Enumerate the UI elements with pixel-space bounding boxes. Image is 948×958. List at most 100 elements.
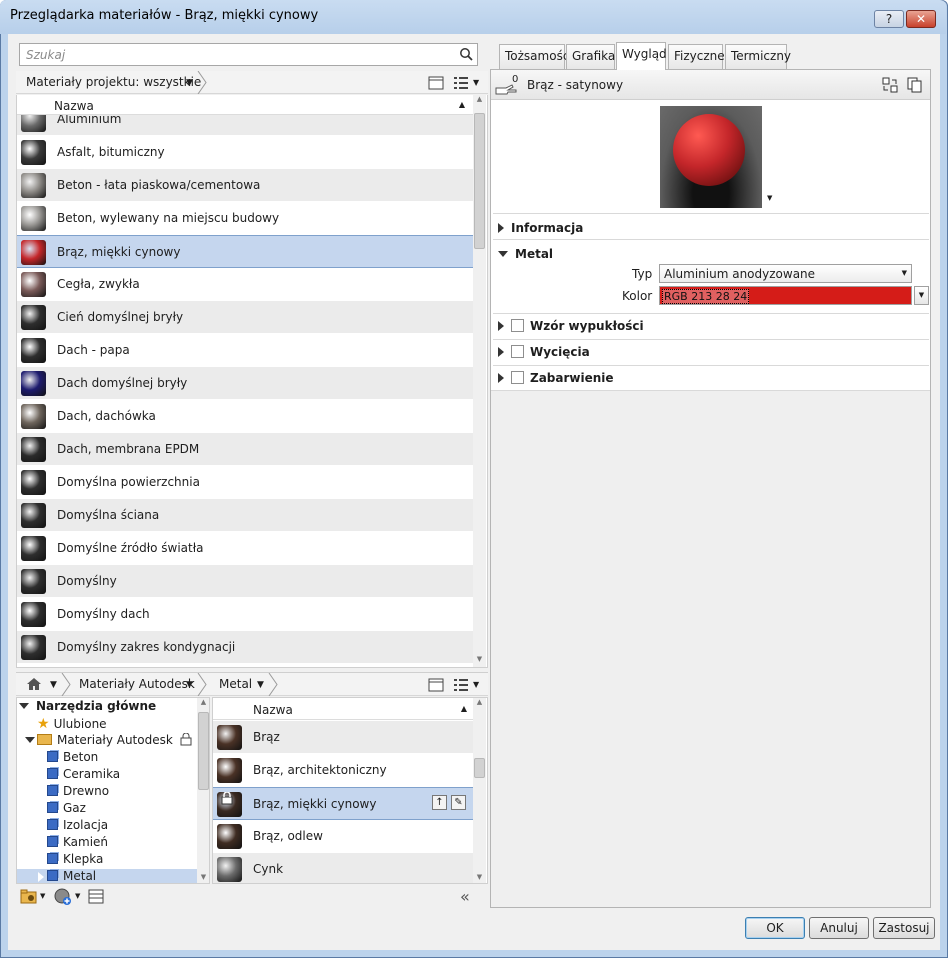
- library-material-row[interactable]: Brąz, odlew: [213, 820, 473, 853]
- scroll-up-icon[interactable]: ▲: [473, 95, 486, 103]
- tree-item-category[interactable]: Beton: [47, 750, 98, 764]
- breadcrumb-arrow-icon: [61, 673, 71, 696]
- section-relief-pattern[interactable]: Wzór wypukłości: [498, 319, 644, 333]
- scrollbar-thumb[interactable]: [474, 758, 485, 778]
- material-row[interactable]: Dach - papa: [17, 334, 473, 367]
- duplicate-asset-icon[interactable]: [907, 77, 923, 93]
- section-information[interactable]: Informacja: [498, 221, 583, 235]
- material-row[interactable]: Asfalt, bitumiczny: [17, 136, 473, 169]
- scrollbar-thumb[interactable]: [474, 113, 485, 249]
- section-tint[interactable]: Zabarwienie: [498, 371, 614, 385]
- relief-pattern-checkbox[interactable]: [511, 319, 524, 332]
- scroll-down-icon[interactable]: ▼: [473, 873, 486, 881]
- tab-0[interactable]: Tożsamość: [499, 44, 569, 69]
- material-row[interactable]: Domyślny dach: [17, 598, 473, 631]
- list-header[interactable]: Nazwa ▲: [17, 95, 473, 115]
- library-material-row[interactable]: Brąz: [213, 721, 473, 754]
- divider: [493, 365, 929, 366]
- cutouts-checkbox[interactable]: [511, 345, 524, 358]
- scroll-down-icon[interactable]: ▼: [197, 873, 209, 881]
- home-icon[interactable]: [26, 677, 42, 691]
- material-row[interactable]: Cień domyślnej bryły: [17, 301, 473, 334]
- material-row[interactable]: Brąz, miękki cynowy: [17, 235, 473, 268]
- tab-1[interactable]: Grafika: [566, 44, 615, 69]
- tint-checkbox[interactable]: [511, 371, 524, 384]
- material-row[interactable]: Domyślna ściana: [17, 499, 473, 532]
- collapse-panel-icon[interactable]: «: [460, 887, 470, 906]
- view-menu-chevron-icon[interactable]: ▼: [473, 680, 479, 689]
- library-material-row[interactable]: Brąz, architektoniczny: [213, 754, 473, 787]
- expand-icon[interactable]: [38, 872, 44, 882]
- tree-item-category[interactable]: Ceramika: [47, 767, 120, 781]
- list-header[interactable]: Nazwa ▲: [213, 698, 473, 720]
- search-icon[interactable]: [459, 47, 473, 61]
- vertical-scrollbar[interactable]: ▲ ▼: [473, 95, 486, 667]
- library-chevron-icon[interactable]: ▼: [186, 680, 193, 690]
- project-filter-label[interactable]: Materiały projektu: wszystkie: [26, 75, 201, 89]
- preview-options-chevron-icon[interactable]: ▼: [767, 194, 772, 202]
- material-row[interactable]: Domyślna powierzchnia: [17, 466, 473, 499]
- material-row[interactable]: Domyślny: [17, 565, 473, 598]
- tree-item-category[interactable]: Gaz: [47, 801, 86, 815]
- close-button[interactable]: ✕: [906, 10, 936, 28]
- material-row[interactable]: Dach, dachówka: [17, 400, 473, 433]
- color-swatch[interactable]: RGB 213 28 24: [659, 286, 912, 305]
- scrollbar-thumb[interactable]: [198, 712, 209, 790]
- tree-scrollbar[interactable]: ▲ ▼: [197, 698, 209, 883]
- chevron-down-icon[interactable]: ▼: [186, 78, 193, 88]
- tab-4[interactable]: Termiczny: [725, 44, 791, 69]
- column-name-header[interactable]: Nazwa: [54, 99, 94, 113]
- library-crumb[interactable]: Materiały Autodesk: [79, 677, 195, 691]
- material-row[interactable]: Beton - łata piaskowa/cementowa: [17, 169, 473, 202]
- list-view-icon[interactable]: [453, 678, 469, 692]
- list-view-icon[interactable]: [453, 76, 469, 90]
- color-options-chevron-icon[interactable]: ▼: [914, 286, 929, 305]
- scroll-up-icon[interactable]: ▲: [197, 698, 209, 706]
- tab-2[interactable]: Wygląd: [616, 42, 667, 70]
- scroll-up-icon[interactable]: ▲: [473, 698, 486, 706]
- home-chevron-icon[interactable]: ▼: [50, 680, 57, 690]
- edit-material-icon[interactable]: ✎: [451, 795, 466, 810]
- tree-root[interactable]: Narzędzia główne: [19, 699, 156, 713]
- library-folder-icon[interactable]: [20, 889, 38, 904]
- library-material-row[interactable]: Brąz, miękki cynowy ↑ ✎: [213, 787, 473, 820]
- ok-button[interactable]: OK: [745, 917, 805, 939]
- library-list-scrollbar[interactable]: ▲ ▼: [473, 698, 486, 883]
- help-button[interactable]: ?: [874, 10, 904, 28]
- tree-item-category[interactable]: Drewno: [47, 784, 109, 798]
- library-material-row[interactable]: Cynk: [213, 853, 473, 883]
- apply-button[interactable]: Zastosuj: [873, 917, 935, 939]
- tree-item-category[interactable]: Klepka: [47, 852, 103, 866]
- swap-asset-icon[interactable]: [882, 77, 898, 93]
- add-to-project-icon[interactable]: ↑: [432, 795, 447, 810]
- panel-view-icon[interactable]: [428, 678, 444, 692]
- material-row[interactable]: Beton, wylewany na miejscu budowy: [17, 202, 473, 235]
- tree-item-favorites[interactable]: ★ Ulubione: [37, 716, 107, 732]
- column-name-header[interactable]: Nazwa: [253, 703, 293, 717]
- search-input[interactable]: Szukaj: [19, 43, 478, 66]
- create-material-icon[interactable]: [54, 888, 72, 905]
- tree-item-category[interactable]: Metal: [17, 869, 197, 883]
- category-crumb[interactable]: Metal: [219, 677, 252, 691]
- material-row[interactable]: Dach domyślnej bryły: [17, 367, 473, 400]
- scroll-down-icon[interactable]: ▼: [473, 655, 486, 663]
- material-row[interactable]: Cegła, zwykła: [17, 268, 473, 301]
- category-chevron-icon[interactable]: ▼: [257, 680, 264, 690]
- material-row[interactable]: Domyślny zakres kondygnacji: [17, 631, 473, 664]
- section-cutouts[interactable]: Wycięcia: [498, 345, 590, 359]
- cancel-button[interactable]: Anuluj: [809, 917, 869, 939]
- tree-item-category[interactable]: Izolacja: [47, 818, 108, 832]
- material-name: Domyślne źródło światła: [57, 541, 204, 555]
- library-menu-chevron-icon[interactable]: ▼: [40, 892, 45, 900]
- create-menu-chevron-icon[interactable]: ▼: [75, 892, 80, 900]
- tab-3[interactable]: Fizyczne: [668, 44, 725, 69]
- panel-view-icon[interactable]: [428, 76, 444, 90]
- section-metal[interactable]: Metal: [498, 247, 553, 261]
- tree-item-autodesk[interactable]: Materiały Autodesk: [25, 733, 173, 747]
- tree-item-category[interactable]: Kamień: [47, 835, 108, 849]
- view-menu-chevron-icon[interactable]: ▼: [473, 78, 479, 87]
- type-dropdown[interactable]: Aluminium anodyzowane ▼: [659, 264, 912, 283]
- material-editor-icon[interactable]: [88, 889, 104, 904]
- material-row[interactable]: Domyślne źródło światła: [17, 532, 473, 565]
- material-row[interactable]: Dach, membrana EPDM: [17, 433, 473, 466]
